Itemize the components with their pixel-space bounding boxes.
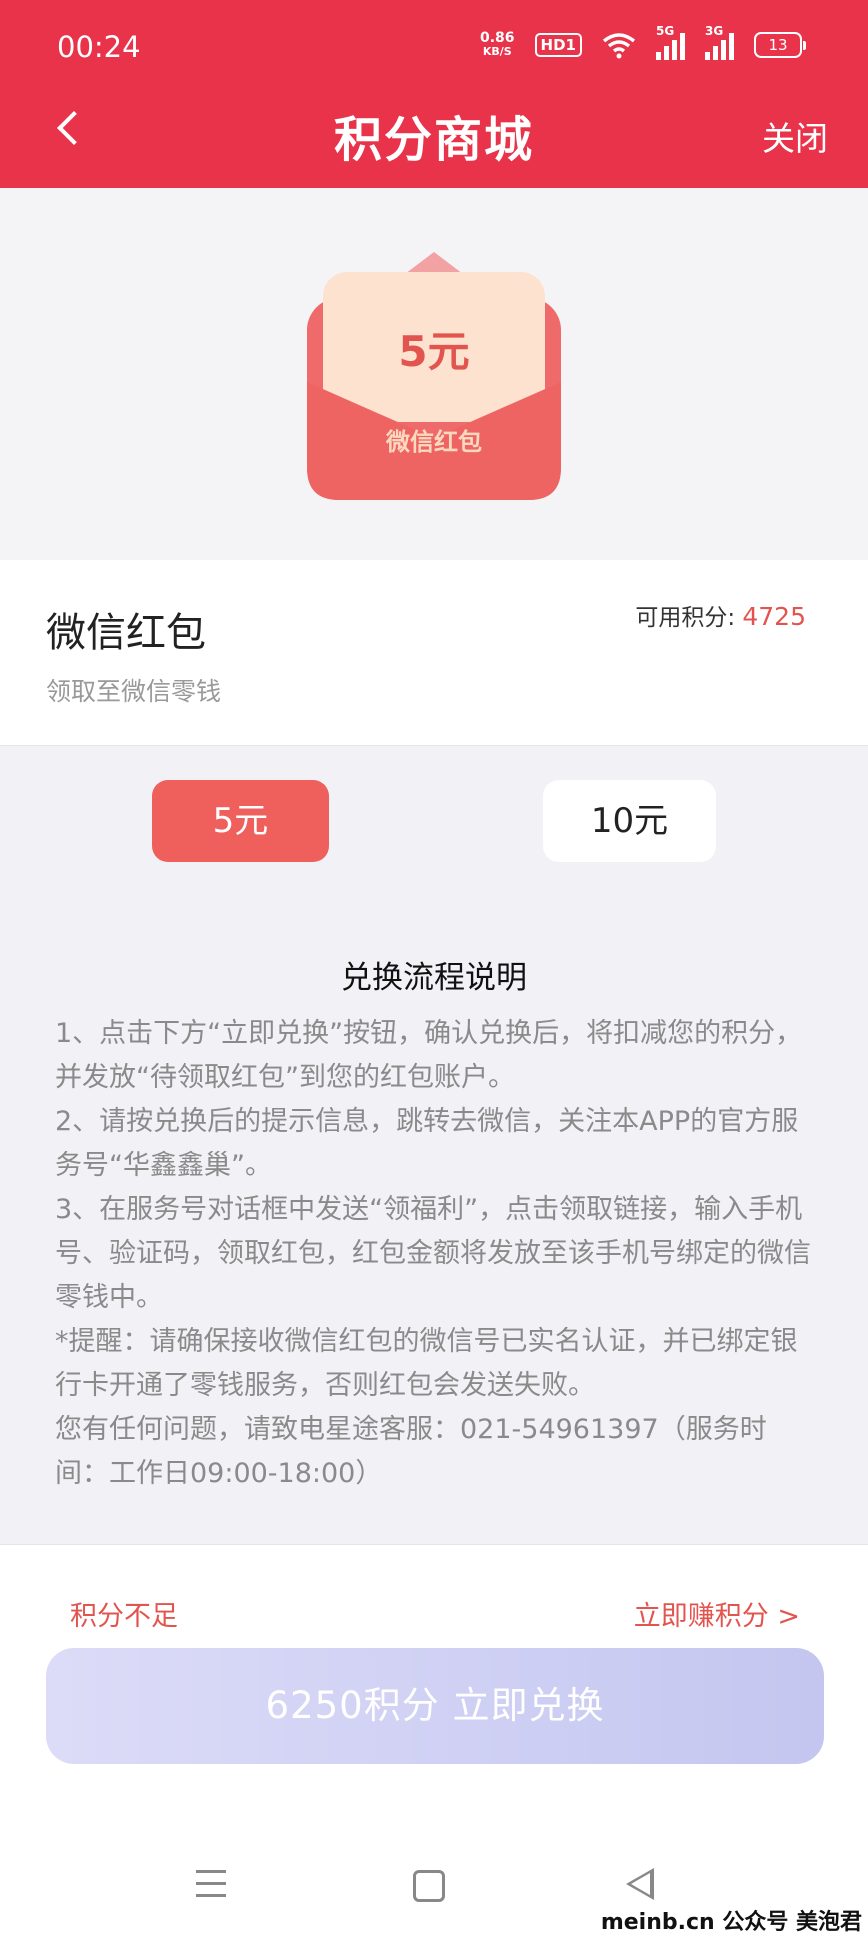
- home-icon[interactable]: [413, 1870, 445, 1902]
- signal-5g-icon: 5G: [656, 24, 685, 60]
- close-button[interactable]: 关闭: [762, 112, 828, 160]
- wifi-icon: [602, 33, 636, 59]
- instructions-title: 兑换流程说明: [341, 960, 527, 996]
- watermark: meinb.cn 公众号 美泡君: [596, 1904, 866, 1936]
- available-points: 可用积分: 4725: [635, 598, 806, 632]
- signal-5g-label: 5G: [656, 24, 675, 38]
- earn-points-link[interactable]: 立即赚积分 >: [634, 1594, 800, 1633]
- status-time: 00:24: [57, 30, 141, 64]
- instruction-line: 3、在服务号对话框中发送“领福利”，点击领取链接，输入手机号、验证码，领取红包，…: [55, 1194, 811, 1313]
- network-speed-unit: KB/S: [482, 45, 512, 58]
- instructions-body: 1、点击下方“立即兑换”按钮，确认兑换后，将扣减您的积分，并发放“待领取红包”到…: [55, 1012, 815, 1496]
- header-bar: 00:24 0.86 KB/S HD1 5G 3G 13 积分商城 关闭: [0, 0, 868, 188]
- option-10-yuan[interactable]: 10元: [543, 780, 716, 862]
- product-info: 微信红包 领取至微信零钱 可用积分: 4725: [0, 560, 868, 746]
- network-speed: 0.86 KB/S: [480, 31, 515, 59]
- insufficient-points-label: 积分不足: [70, 1601, 178, 1632]
- option-5-yuan[interactable]: 5元: [152, 780, 329, 862]
- hero-banner: 5元 微信红包: [0, 188, 868, 561]
- product-subtitle: 领取至微信零钱: [46, 677, 222, 706]
- page-title: 积分商城: [333, 112, 534, 168]
- status-icons: 0.86 KB/S HD1 5G 3G 13: [480, 24, 806, 60]
- redeem-button[interactable]: 6250积分 立即兑换: [46, 1648, 824, 1764]
- menu-icon[interactable]: [196, 1870, 226, 1898]
- hd-icon: HD1: [534, 33, 582, 57]
- back-triangle-icon[interactable]: [626, 1868, 654, 1900]
- red-envelope-icon: 5元 微信红包: [307, 250, 561, 500]
- exchange-section: 5元 10元 兑换流程说明 1、点击下方“立即兑换”按钮，确认兑换后，将扣减您的…: [0, 746, 868, 1545]
- product-name: 微信红包: [46, 610, 206, 656]
- instruction-line: *提醒：请确保接收微信红包的微信号已实名认证，并已绑定银行卡开通了零钱服务，否则…: [55, 1326, 798, 1401]
- envelope-label: 微信红包: [386, 428, 482, 456]
- signal-3g-label: 3G: [705, 24, 724, 38]
- instruction-line: 1、点击下方“立即兑换”按钮，确认兑换后，将扣减您的积分，并发放“待领取红包”到…: [55, 1018, 803, 1093]
- available-points-label: 可用积分:: [635, 605, 736, 631]
- instruction-line: 2、请按兑换后的提示信息，跳转去微信，关注本APP的官方服务号“华鑫鑫巢”。: [55, 1106, 799, 1181]
- instruction-line: 您有任何问题，请致电星途客服：021-54961397（服务时间：工作日09:0…: [55, 1414, 767, 1489]
- available-points-value: 4725: [742, 602, 806, 631]
- network-speed-value: 0.86: [480, 30, 515, 46]
- signal-3g-icon: 3G: [705, 24, 734, 60]
- battery-icon: 13: [754, 32, 806, 58]
- envelope-amount: 5元: [398, 327, 470, 376]
